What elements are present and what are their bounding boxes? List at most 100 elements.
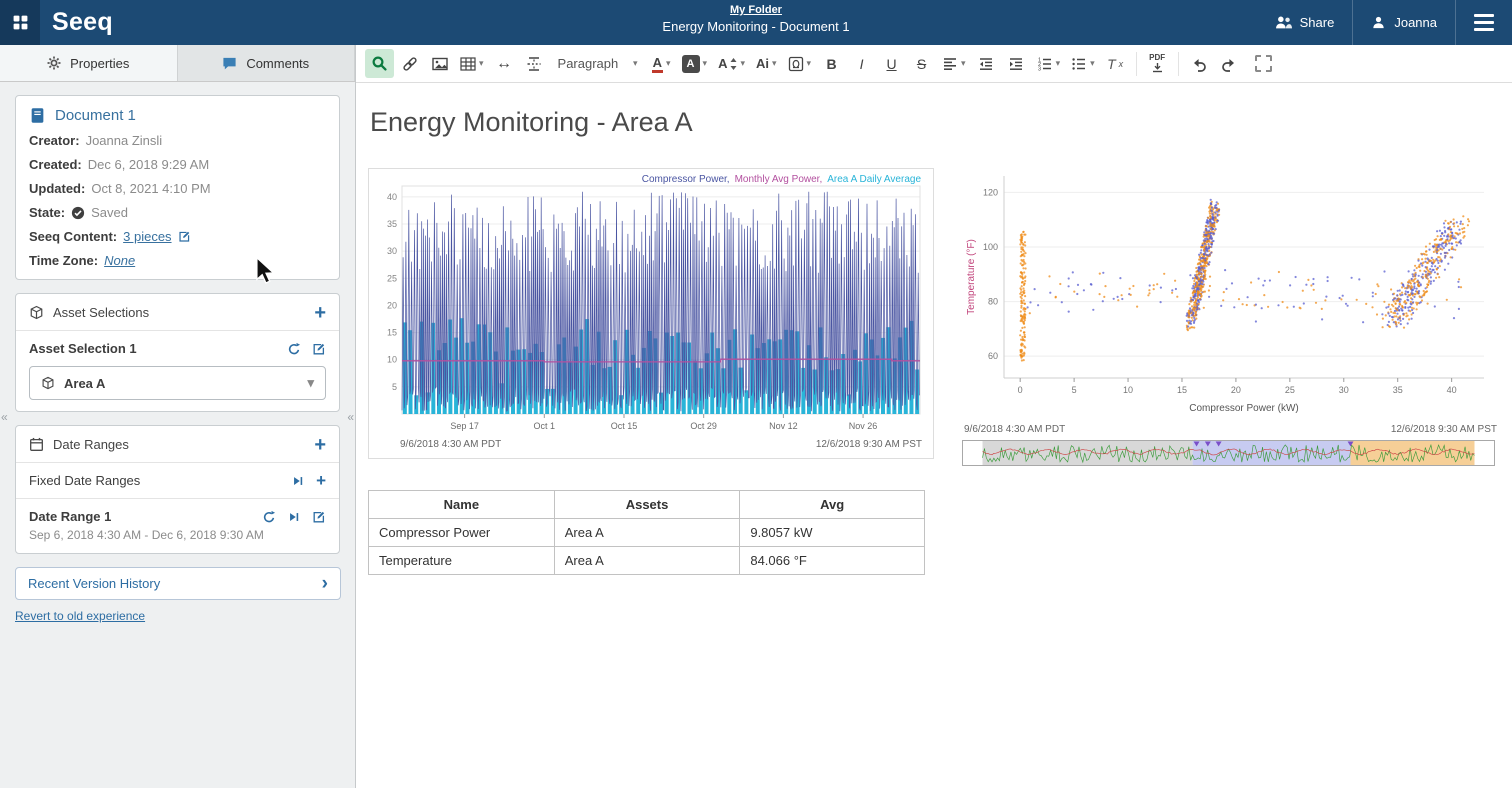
insert-table-button[interactable]: ▾ xyxy=(455,49,489,78)
svg-text:120: 120 xyxy=(983,187,998,197)
sidebar-collapse-handle[interactable]: « xyxy=(347,410,354,424)
export-pdf-button[interactable]: PDF xyxy=(1143,49,1172,78)
editor-toolbar: ▾ ↔ Paragraph ▾ A ▾ A ▾ xyxy=(356,45,1512,83)
main-menu-button[interactable] xyxy=(1456,14,1512,31)
chevron-down-icon: ▾ xyxy=(740,58,745,69)
remove-format-button[interactable]: Tx xyxy=(1101,49,1130,78)
insert-link-button[interactable] xyxy=(395,49,424,78)
chevron-down-icon: ▾ xyxy=(633,58,638,69)
compressor-power-chart[interactable]: Compressor Power, Monthly Avg Power, Are… xyxy=(368,168,934,459)
paragraph-style-dropdown[interactable]: Paragraph ▾ xyxy=(550,49,646,78)
underline-button[interactable]: U xyxy=(877,49,906,78)
download-arrow-icon xyxy=(1152,63,1163,73)
insert-page-break-button[interactable] xyxy=(520,49,549,78)
sidebar-tabs: Properties Comments xyxy=(0,45,355,82)
remove-format-label: T xyxy=(1107,56,1116,72)
svg-text:25: 25 xyxy=(387,273,397,283)
bulleted-list-icon xyxy=(1071,56,1087,72)
document-properties-card: Document 1 Creator:Joanna Zinsli Created… xyxy=(15,95,340,280)
undo-button[interactable] xyxy=(1185,49,1214,78)
italic-button[interactable]: I xyxy=(847,49,876,78)
document-canvas[interactable]: Energy Monitoring - Area A Compressor Po… xyxy=(356,83,1512,583)
cell-avg: 9.8057 kW xyxy=(740,519,925,547)
chart-legend: Compressor Power, Monthly Avg Power, Are… xyxy=(642,174,921,185)
svg-text:20: 20 xyxy=(387,300,397,310)
insert-horizontal-line-button[interactable]: ↔ xyxy=(490,49,519,78)
edit-icon[interactable] xyxy=(178,230,191,243)
strikethrough-button[interactable]: S xyxy=(907,49,936,78)
toolbar-separator xyxy=(1178,52,1179,76)
table-row: Temperature Area A 84.066 °F xyxy=(369,547,925,575)
top-navigation-bar: Seeq My Folder Energy Monitoring - Docum… xyxy=(0,0,1512,45)
journal-icon xyxy=(29,107,46,124)
svg-text:60: 60 xyxy=(988,351,998,361)
cell-asset: Area A xyxy=(554,519,740,547)
tab-properties[interactable]: Properties xyxy=(0,45,178,81)
summary-table[interactable]: Name Assets Avg Compressor Power Area A … xyxy=(368,490,925,575)
refresh-icon[interactable] xyxy=(262,510,276,524)
chevron-down-icon: ▾ xyxy=(1056,58,1061,69)
step-to-end-icon[interactable] xyxy=(291,474,305,488)
app-switcher-button[interactable] xyxy=(0,0,40,45)
recent-version-history-button[interactable]: Recent Version History › xyxy=(15,567,341,600)
font-family-button[interactable]: Ai ▾ xyxy=(751,49,782,78)
left-edge-collapse-handle[interactable]: « xyxy=(1,410,8,424)
numbered-list-icon: 123 xyxy=(1037,56,1053,72)
tab-properties-label: Properties xyxy=(70,56,129,71)
insert-seeq-content-button[interactable] xyxy=(365,49,394,78)
add-fixed-date-range-button[interactable]: + xyxy=(316,474,326,488)
revert-to-old-experience-link[interactable]: Revert to old experience xyxy=(15,609,145,623)
italic-label: I xyxy=(860,56,864,72)
tab-comments[interactable]: Comments xyxy=(178,45,356,81)
insert-symbol-button[interactable]: ▾ xyxy=(783,49,817,78)
refresh-icon[interactable] xyxy=(287,342,301,356)
combo-chart-svg: 510152025303540Sep 17Oct 1Oct 15Oct 29No… xyxy=(372,172,930,436)
scatter-chart-svg: 60801001200510152025303540Compressor Pow… xyxy=(962,168,1497,420)
creator-value: Joanna Zinsli xyxy=(86,133,163,148)
increase-indent-button[interactable] xyxy=(1002,49,1031,78)
page-break-icon xyxy=(526,56,542,72)
svg-text:25: 25 xyxy=(1285,385,1295,395)
svg-text:10: 10 xyxy=(387,355,397,365)
font-background-color-button[interactable]: A ▾ xyxy=(677,49,713,78)
decrease-indent-button[interactable] xyxy=(972,49,1001,78)
temperature-scatter-chart[interactable]: 60801001200510152025303540Compressor Pow… xyxy=(962,168,1499,466)
version-history-label: Recent Version History xyxy=(28,576,160,591)
share-button[interactable]: Share xyxy=(1257,0,1353,45)
fixed-date-ranges-label: Fixed Date Ranges xyxy=(29,473,140,488)
horizontal-rule-icon: ↔ xyxy=(496,55,512,73)
svg-text:5: 5 xyxy=(392,382,397,392)
user-menu-button[interactable]: Joanna xyxy=(1353,0,1455,45)
step-to-end-icon[interactable] xyxy=(287,510,301,524)
topbar-actions: Share Joanna xyxy=(1257,0,1512,45)
header-breadcrumb-block: My Folder Energy Monitoring - Document 1 xyxy=(662,4,849,34)
table-row: Compressor Power Area A 9.8057 kW xyxy=(369,519,925,547)
redo-button[interactable] xyxy=(1215,49,1244,78)
font-size-label: A xyxy=(718,56,727,71)
bold-button[interactable]: B xyxy=(817,49,846,78)
text-alignment-button[interactable]: ▾ xyxy=(937,49,971,78)
breadcrumb-my-folder[interactable]: My Folder xyxy=(662,4,849,16)
edit-icon[interactable] xyxy=(312,510,326,524)
add-asset-selection-button[interactable]: + xyxy=(314,306,326,320)
edit-icon[interactable] xyxy=(312,342,326,356)
bold-label: B xyxy=(826,56,836,72)
asset-selection-dropdown[interactable]: Area A ▾ xyxy=(29,366,326,400)
timezone-link[interactable]: None xyxy=(104,253,135,268)
bulleted-list-button[interactable]: ▾ xyxy=(1066,49,1100,78)
table-header-name: Name xyxy=(369,491,555,519)
show-borders-toggle[interactable] xyxy=(1255,55,1272,72)
add-date-range-button[interactable]: + xyxy=(314,438,326,452)
creator-label: Creator: xyxy=(29,133,80,148)
numbered-list-button[interactable]: 123 ▾ xyxy=(1032,49,1066,78)
svg-text:Nov 26: Nov 26 xyxy=(849,421,878,431)
font-color-button[interactable]: A ▾ xyxy=(647,49,676,78)
document-heading: Energy Monitoring - Area A xyxy=(370,107,1500,138)
font-size-button[interactable]: A ▾ xyxy=(713,49,750,78)
insert-image-button[interactable] xyxy=(425,49,454,78)
indent-icon xyxy=(1008,56,1024,72)
table-icon xyxy=(460,56,476,72)
date-range-name: Date Range 1 xyxy=(29,509,111,524)
date-ranges-header: Date Ranges xyxy=(53,437,129,452)
seeq-content-link[interactable]: 3 pieces xyxy=(123,229,171,244)
